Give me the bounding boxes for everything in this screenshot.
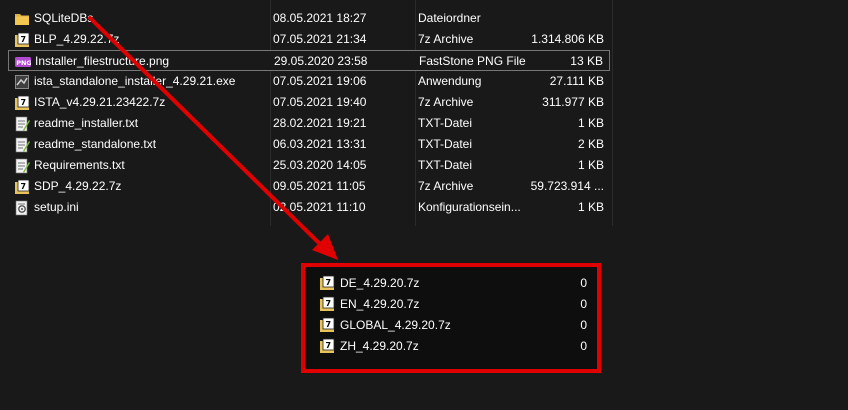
file-name: ista_standalone_installer_4.29.21.exe bbox=[34, 74, 236, 88]
ini-settings-icon bbox=[15, 200, 28, 216]
file-size: 13 KB bbox=[570, 54, 603, 68]
svg-text:7: 7 bbox=[21, 35, 27, 44]
file-date: 25.03.2020 14:05 bbox=[273, 158, 367, 172]
svg-text:7: 7 bbox=[326, 341, 332, 350]
archive-row-de[interactable]: 7 DE_4.29.20.7z 0 bbox=[319, 273, 587, 294]
file-row-ista-7z[interactable]: 7 ISTA_v4.29.21.23422.7z 07.05.2021 19:4… bbox=[8, 92, 610, 113]
file-date: 08.05.2021 18:27 bbox=[273, 11, 367, 25]
file-size: 1.314.806 KB bbox=[531, 32, 604, 46]
file-type: 7z Archive bbox=[418, 179, 474, 193]
archive-size: 0 bbox=[580, 276, 587, 290]
7z-archive-icon: 7 bbox=[320, 317, 335, 332]
file-name: setup.ini bbox=[34, 200, 79, 214]
archive-name: GLOBAL_4.29.20.7z bbox=[340, 318, 451, 332]
exe-installer-icon bbox=[15, 75, 29, 89]
7z-archive-icon: 7 bbox=[15, 95, 30, 110]
archive-row-global[interactable]: 7 GLOBAL_4.29.20.7z 0 bbox=[319, 315, 587, 336]
archive-name: DE_4.29.20.7z bbox=[340, 276, 420, 290]
file-list: SQLiteDBs 08.05.2021 18:27 Dateiordner 7… bbox=[8, 8, 610, 218]
svg-text:7: 7 bbox=[326, 299, 332, 308]
7z-archive-icon: 7 bbox=[320, 296, 335, 311]
file-row-readme-standalone[interactable]: readme_standalone.txt 06.03.2021 13:31 T… bbox=[8, 134, 610, 155]
file-type: FastStone PNG File bbox=[419, 54, 526, 68]
file-date: 09.05.2021 11:05 bbox=[273, 179, 366, 193]
file-size: 2 KB bbox=[577, 137, 604, 151]
file-type: Anwendung bbox=[418, 74, 482, 88]
file-row-readme-installer[interactable]: readme_installer.txt 28.02.2021 19:21 TX… bbox=[8, 113, 610, 134]
file-row-sqlitedbs[interactable]: SQLiteDBs 08.05.2021 18:27 Dateiordner bbox=[8, 8, 610, 29]
file-size: 1 KB bbox=[577, 116, 604, 130]
file-type: TXT-Datei bbox=[418, 116, 473, 130]
7z-archive-icon: 7 bbox=[320, 338, 335, 353]
txt-file-icon bbox=[15, 116, 30, 132]
file-type: Konfigurationsein... bbox=[418, 200, 521, 214]
file-size: 1 KB bbox=[577, 200, 604, 214]
file-date: 07.05.2021 21:34 bbox=[273, 32, 367, 46]
svg-text:7: 7 bbox=[21, 182, 27, 191]
7z-archive-icon: 7 bbox=[320, 275, 335, 290]
file-name: SQLiteDBs bbox=[34, 11, 94, 25]
folder-icon bbox=[15, 14, 29, 25]
file-name: ISTA_v4.29.21.23422.7z bbox=[34, 95, 166, 109]
svg-text:7: 7 bbox=[21, 98, 27, 107]
txt-file-icon bbox=[15, 158, 30, 174]
explorer-file-view: SQLiteDBs 08.05.2021 18:27 Dateiordner 7… bbox=[0, 0, 848, 410]
file-row-sdp[interactable]: 7 SDP_4.29.22.7z 09.05.2021 11:05 7z Arc… bbox=[8, 176, 610, 197]
file-date: 06.03.2021 13:31 bbox=[273, 137, 367, 151]
file-type: 7z Archive bbox=[418, 95, 474, 109]
column-separator bbox=[612, 0, 613, 226]
sqlite-contents-highlight-box: 7 DE_4.29.20.7z 0 7 EN_4.29.20.7z 0 7 GL… bbox=[301, 263, 601, 373]
file-date: 07.05.2021 19:40 bbox=[273, 95, 367, 109]
file-row-installer-png[interactable]: PNG Installer_filestructure.png 29.05.20… bbox=[8, 50, 610, 71]
file-name: readme_standalone.txt bbox=[34, 137, 157, 151]
file-row-requirements[interactable]: Requirements.txt 25.03.2020 14:05 TXT-Da… bbox=[8, 155, 610, 176]
file-name: BLP_4.29.22.7z bbox=[34, 32, 120, 46]
archive-size: 0 bbox=[580, 297, 587, 311]
file-name: Requirements.txt bbox=[34, 158, 125, 172]
file-size: 1 KB bbox=[577, 158, 604, 172]
archive-row-zh[interactable]: 7 ZH_4.29.20.7z 0 bbox=[319, 336, 587, 357]
file-type: TXT-Datei bbox=[418, 158, 473, 172]
svg-text:7: 7 bbox=[326, 278, 332, 287]
file-type: Dateiordner bbox=[418, 11, 481, 25]
7z-archive-icon: 7 bbox=[15, 32, 30, 47]
file-size: 27.111 KB bbox=[549, 74, 604, 88]
archive-name: ZH_4.29.20.7z bbox=[340, 339, 419, 353]
svg-text:7: 7 bbox=[326, 320, 332, 329]
archive-name: EN_4.29.20.7z bbox=[340, 297, 420, 311]
file-name: readme_installer.txt bbox=[34, 116, 139, 130]
file-type: TXT-Datei bbox=[418, 137, 473, 151]
file-name: SDP_4.29.22.7z bbox=[34, 179, 122, 193]
archive-size: 0 bbox=[580, 318, 587, 332]
file-row-ista-installer-exe[interactable]: ista_standalone_installer_4.29.21.exe 07… bbox=[8, 71, 610, 92]
file-name: Installer_filestructure.png bbox=[35, 54, 170, 68]
file-date: 07.05.2021 19:06 bbox=[273, 74, 367, 88]
png-file-icon: PNG bbox=[15, 57, 31, 67]
file-date: 29.05.2020 23:58 bbox=[274, 54, 368, 68]
7z-archive-icon: 7 bbox=[15, 179, 30, 194]
file-date: 28.02.2021 19:21 bbox=[273, 116, 367, 130]
archive-row-en[interactable]: 7 EN_4.29.20.7z 0 bbox=[319, 294, 587, 315]
file-row-blp[interactable]: 7 BLP_4.29.22.7z 07.05.2021 21:34 7z Arc… bbox=[8, 29, 610, 50]
file-type: 7z Archive bbox=[418, 32, 474, 46]
file-size: 59.723.914 ... bbox=[530, 179, 604, 193]
file-size: 311.977 KB bbox=[542, 95, 604, 109]
svg-text:PNG: PNG bbox=[16, 59, 31, 67]
archive-size: 0 bbox=[580, 339, 587, 353]
file-date: 02.05.2021 11:10 bbox=[273, 200, 366, 214]
file-row-setup-ini[interactable]: setup.ini 02.05.2021 11:10 Konfiguration… bbox=[8, 197, 610, 218]
txt-file-icon bbox=[15, 137, 30, 153]
